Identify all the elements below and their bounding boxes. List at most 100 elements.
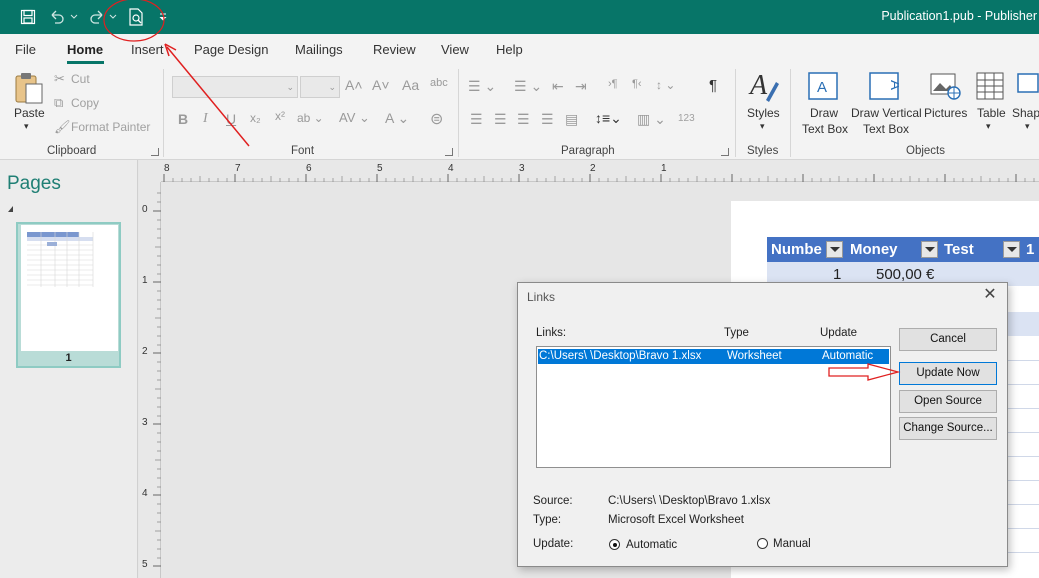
type-column-header: Type bbox=[724, 327, 749, 339]
automatic-radio-label[interactable]: Automatic bbox=[626, 539, 677, 551]
excel-header-number: Numbe bbox=[771, 241, 822, 258]
styles-icon[interactable]: A bbox=[748, 70, 780, 107]
draw-text-box-icon[interactable]: A bbox=[808, 72, 838, 103]
styles-dropdown-arrow-icon[interactable]: ▾ bbox=[760, 121, 765, 132]
shapes-icon[interactable] bbox=[1016, 72, 1039, 103]
font-launcher-icon[interactable] bbox=[445, 148, 453, 156]
shrink-font-icon[interactable]: A˅ bbox=[372, 77, 390, 93]
excel-gridline bbox=[1008, 408, 1039, 409]
justify-icon[interactable]: ☰ bbox=[541, 111, 554, 128]
drop-cap-icon[interactable]: 123 bbox=[678, 113, 695, 124]
links-list[interactable]: C:\Users\ \Desktop\Bravo 1.xlsx Workshee… bbox=[536, 346, 891, 468]
open-source-button[interactable]: Open Source bbox=[899, 390, 997, 413]
align-center-icon[interactable]: ☰ bbox=[494, 111, 507, 128]
cancel-button[interactable]: Cancel bbox=[899, 328, 997, 351]
manual-radio-label[interactable]: Manual bbox=[773, 538, 811, 550]
ltr-icon[interactable]: ›¶ bbox=[608, 78, 618, 90]
format-painter-button[interactable]: Format Painter bbox=[71, 120, 150, 134]
redo-icon[interactable] bbox=[86, 0, 108, 34]
table-button[interactable]: Table bbox=[977, 106, 1006, 120]
table-dropdown-icon[interactable]: ▾ bbox=[986, 121, 991, 132]
grow-font-icon[interactable]: A˄ bbox=[345, 77, 363, 93]
tab-file[interactable]: File bbox=[15, 42, 36, 57]
font-name-combo[interactable]: ⌄ bbox=[172, 76, 298, 98]
source-value: C:\Users\ \Desktop\Bravo 1.xlsx bbox=[608, 495, 771, 507]
increase-indent-icon[interactable]: ⇥ bbox=[575, 78, 587, 95]
copy-button[interactable]: Copy bbox=[71, 96, 99, 110]
tab-insert[interactable]: Insert bbox=[131, 42, 164, 57]
paste-dropdown-icon[interactable]: ▾ bbox=[24, 121, 29, 132]
rtl-icon[interactable]: ¶‹ bbox=[632, 78, 642, 90]
tab-mailings[interactable]: Mailings bbox=[295, 42, 343, 57]
tab-page-design[interactable]: Page Design bbox=[194, 42, 268, 57]
bold-button[interactable]: B bbox=[178, 111, 188, 127]
pictures-button[interactable]: Pictures bbox=[924, 106, 967, 120]
undo-icon[interactable] bbox=[46, 0, 68, 34]
shapes-button[interactable]: Shap bbox=[1012, 106, 1039, 120]
vertical-ruler[interactable]: 0 1 2 3 4 5 bbox=[139, 182, 161, 578]
change-source-button[interactable]: Change Source... bbox=[899, 417, 997, 440]
draw-vertical-text-box-line2[interactable]: Text Box bbox=[863, 122, 909, 136]
cut-button[interactable]: Cut bbox=[71, 72, 90, 86]
italic-button[interactable]: I bbox=[203, 111, 208, 127]
excel-cell-money: 500,00 € bbox=[876, 266, 935, 283]
clipboard-launcher-icon[interactable] bbox=[151, 148, 159, 156]
styles-dropdown-icon[interactable]: ab ⌄ bbox=[297, 111, 324, 125]
show-formatting-marks-icon[interactable]: ¶ bbox=[709, 77, 717, 94]
shapes-dropdown-icon[interactable]: ▾ bbox=[1025, 121, 1030, 132]
svg-text:A: A bbox=[748, 70, 768, 101]
filter-dropdown-icon[interactable] bbox=[1003, 241, 1020, 258]
horizontal-ruler[interactable]: 8 7 6 5 4 3 2 1 bbox=[161, 160, 1039, 182]
decrease-indent-icon[interactable]: ⇤ bbox=[552, 78, 564, 95]
numbering-icon[interactable]: ☰ ⌄ bbox=[514, 78, 542, 95]
link-row-selected[interactable]: C:\Users\ \Desktop\Bravo 1.xlsx Workshee… bbox=[538, 349, 889, 364]
font-color-icon[interactable]: A ⌄ bbox=[385, 110, 409, 127]
tab-review[interactable]: Review bbox=[373, 42, 416, 57]
align-left-icon[interactable]: ☰ bbox=[470, 111, 483, 128]
draw-vertical-text-box-icon[interactable]: A bbox=[869, 72, 904, 103]
draw-text-box-line2[interactable]: Text Box bbox=[802, 122, 848, 136]
character-spacing-icon[interactable]: AV ⌄ bbox=[339, 110, 370, 126]
symbol-icon[interactable]: ⊜ bbox=[430, 109, 443, 129]
underline-button[interactable]: U bbox=[226, 111, 236, 127]
save-icon[interactable] bbox=[16, 0, 40, 34]
draw-text-box-line1[interactable]: Draw bbox=[810, 106, 838, 120]
update-now-button[interactable]: Update Now bbox=[899, 362, 997, 385]
clear-formatting-icon[interactable]: abc bbox=[430, 77, 448, 89]
automatic-radio[interactable] bbox=[609, 539, 620, 550]
columns-icon[interactable]: ▥ ⌄ bbox=[637, 111, 666, 128]
pictures-icon[interactable] bbox=[930, 73, 962, 104]
paste-button[interactable]: Paste bbox=[14, 106, 45, 120]
undo-dropdown-icon[interactable] bbox=[69, 0, 79, 34]
page-thumbnail[interactable]: 1 bbox=[16, 222, 121, 368]
collapse-pages-icon[interactable] bbox=[8, 206, 13, 212]
paragraph-launcher-icon[interactable] bbox=[721, 148, 729, 156]
superscript-icon[interactable]: x² bbox=[275, 109, 285, 123]
copy-icon: ⧉ bbox=[54, 95, 64, 110]
redo-dropdown-icon[interactable] bbox=[108, 0, 118, 34]
links-dialog: Links ✕ Links: Type Update C:\Users\ \De… bbox=[517, 282, 1008, 567]
change-case-icon[interactable]: Aa bbox=[402, 77, 419, 93]
ruler-label: 1 bbox=[661, 163, 667, 174]
close-icon[interactable]: ✕ bbox=[979, 286, 1001, 306]
distribute-icon[interactable]: ▤ bbox=[565, 111, 578, 128]
subscript-icon[interactable]: x₂ bbox=[250, 111, 261, 125]
customize-qat-icon[interactable] bbox=[156, 0, 170, 34]
font-size-combo[interactable]: ⌄ bbox=[300, 76, 340, 98]
excel-header-test: Test bbox=[944, 241, 974, 258]
draw-vertical-text-box-line1[interactable]: Draw Vertical bbox=[851, 106, 922, 120]
filter-dropdown-icon[interactable] bbox=[826, 241, 843, 258]
align-right-icon[interactable]: ☰ bbox=[517, 111, 530, 128]
styles-button[interactable]: Styles bbox=[747, 106, 780, 120]
line-spacing-before-icon[interactable]: ↕ ⌄ bbox=[656, 78, 675, 92]
paste-icon[interactable] bbox=[13, 71, 45, 108]
line-spacing-icon[interactable]: ↕≡⌄ bbox=[595, 110, 622, 127]
bullets-icon[interactable]: ☰ ⌄ bbox=[468, 78, 496, 95]
tab-view[interactable]: View bbox=[441, 42, 469, 57]
table-icon[interactable] bbox=[976, 72, 1004, 103]
print-preview-icon[interactable] bbox=[125, 0, 147, 34]
manual-radio[interactable] bbox=[757, 538, 768, 549]
filter-dropdown-icon[interactable] bbox=[921, 241, 938, 258]
tab-home[interactable]: Home bbox=[67, 42, 103, 57]
tab-help[interactable]: Help bbox=[496, 42, 523, 57]
